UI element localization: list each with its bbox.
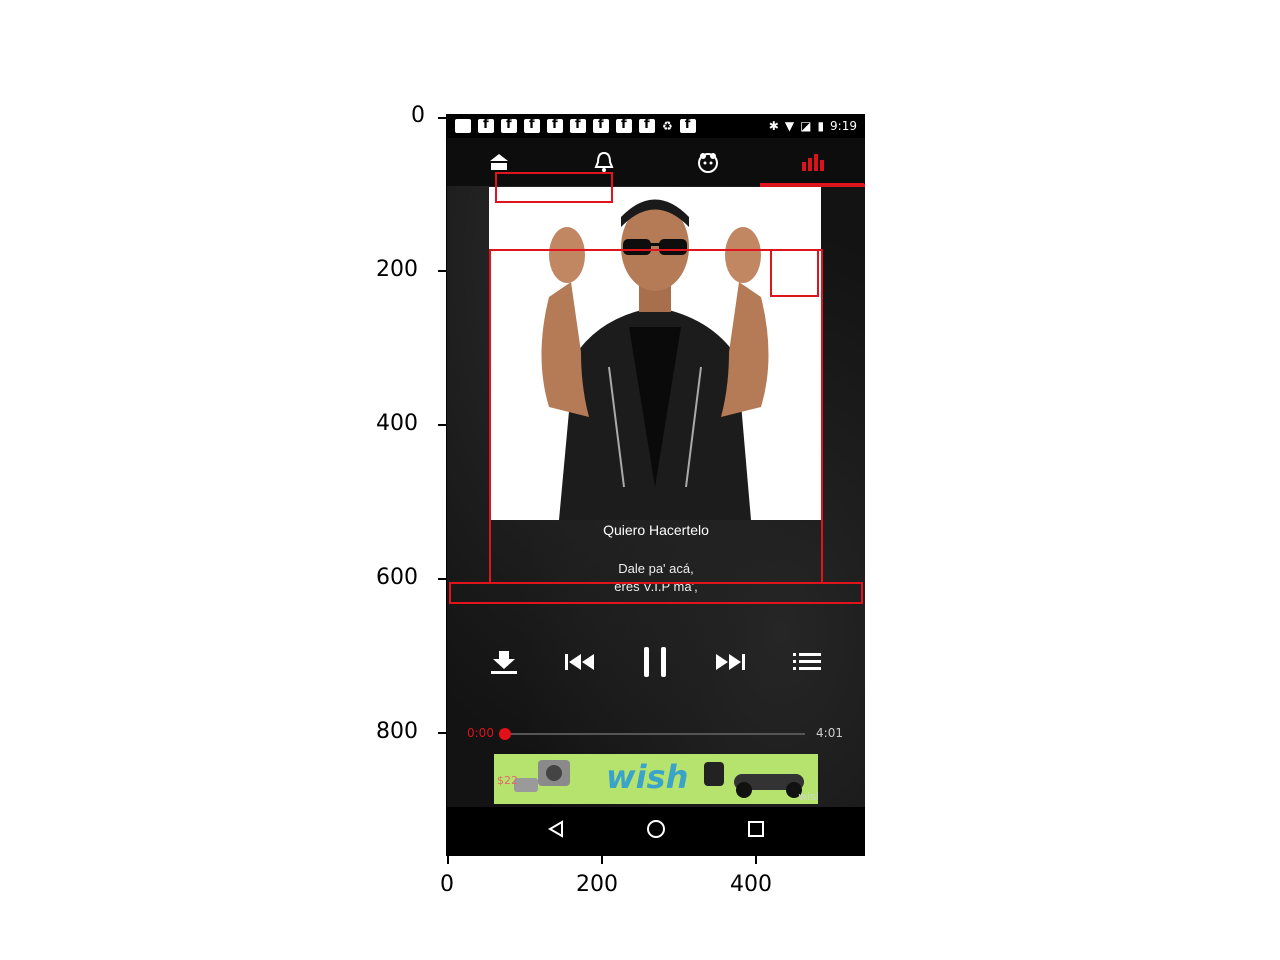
x-tick (447, 855, 449, 864)
facebook-icon (570, 117, 586, 133)
skip-previous-icon (565, 654, 594, 670)
next-button[interactable] (714, 652, 746, 672)
home-button[interactable] (646, 819, 666, 843)
facebook-icon (501, 117, 517, 133)
y-tick (438, 270, 447, 272)
x-tick-label: 0 (440, 872, 454, 897)
recents-button[interactable] (747, 820, 765, 842)
previous-button[interactable] (564, 652, 596, 672)
facebook-icon (639, 117, 655, 133)
current-time: 0:00 (467, 726, 494, 740)
seek-bar[interactable]: 0:00 4:01 (447, 724, 865, 744)
back-icon (548, 820, 564, 838)
playlist-button[interactable] (792, 651, 822, 673)
status-right: ✱ ▼ ◪ ▮ 9:19 (769, 119, 857, 133)
skip-next-icon (716, 654, 745, 670)
y-tick (438, 732, 447, 734)
x-tick-label: 400 (730, 872, 772, 897)
pause-button[interactable] (642, 645, 668, 679)
annotation-line (760, 183, 864, 185)
no-signal-icon: ◪ (800, 119, 812, 133)
bluetooth-icon: ✱ (768, 119, 779, 133)
facebook-icon (478, 117, 494, 133)
x-tick-label: 200 (576, 872, 618, 897)
y-tick (438, 578, 447, 580)
download-button[interactable] (490, 649, 518, 675)
y-tick-label: 200 (376, 257, 418, 282)
ad-banner[interactable]: $22 wish wish.com (494, 754, 818, 804)
y-tick-label: 0 (411, 103, 425, 128)
notification-icons: ♻ (455, 117, 696, 133)
message-icon (455, 119, 471, 133)
x-tick (755, 855, 757, 864)
playlist-icon (793, 653, 821, 670)
y-tick (438, 117, 447, 119)
x-tick (601, 855, 603, 864)
tab-community[interactable] (678, 142, 738, 182)
facebook-icon (616, 117, 632, 133)
seek-track[interactable] (505, 733, 805, 735)
download-icon (491, 651, 517, 674)
total-time: 4:01 (816, 726, 843, 740)
tab-equalizer[interactable] (783, 142, 843, 182)
wifi-icon: ▼ (784, 119, 795, 133)
y-tick (438, 424, 447, 426)
square-recents-icon (747, 821, 764, 837)
community-icon (698, 153, 719, 173)
annotation-box (449, 582, 863, 604)
pause-icon (644, 647, 666, 677)
annotation-box (495, 172, 613, 203)
annotation-box (489, 249, 823, 584)
y-tick-label: 600 (376, 565, 418, 590)
ad-logo: wish (606, 758, 689, 796)
recycle-icon: ♻ (662, 119, 673, 133)
status-bar: ♻ ✱ ▼ ◪ ▮ 9:19 (447, 114, 865, 138)
system-nav-bar (447, 807, 865, 855)
y-tick-label: 400 (376, 411, 418, 436)
playback-controls (447, 639, 865, 685)
battery-icon: ▮ (817, 119, 825, 133)
ad-price: $22 (497, 774, 518, 787)
annotation-box (770, 249, 819, 297)
facebook-icon (679, 117, 696, 133)
home-icon (490, 154, 509, 170)
bell-icon (594, 151, 614, 172)
clock: 9:19 (830, 119, 857, 133)
facebook-icon (593, 117, 609, 133)
back-button[interactable] (547, 820, 565, 842)
seek-thumb[interactable] (499, 728, 511, 740)
facebook-icon (524, 117, 540, 133)
circle-home-icon (646, 820, 665, 838)
facebook-icon (547, 117, 563, 133)
ad-domain: wish.com (798, 790, 818, 803)
equalizer-icon (801, 154, 824, 171)
y-tick-label: 800 (376, 719, 418, 744)
